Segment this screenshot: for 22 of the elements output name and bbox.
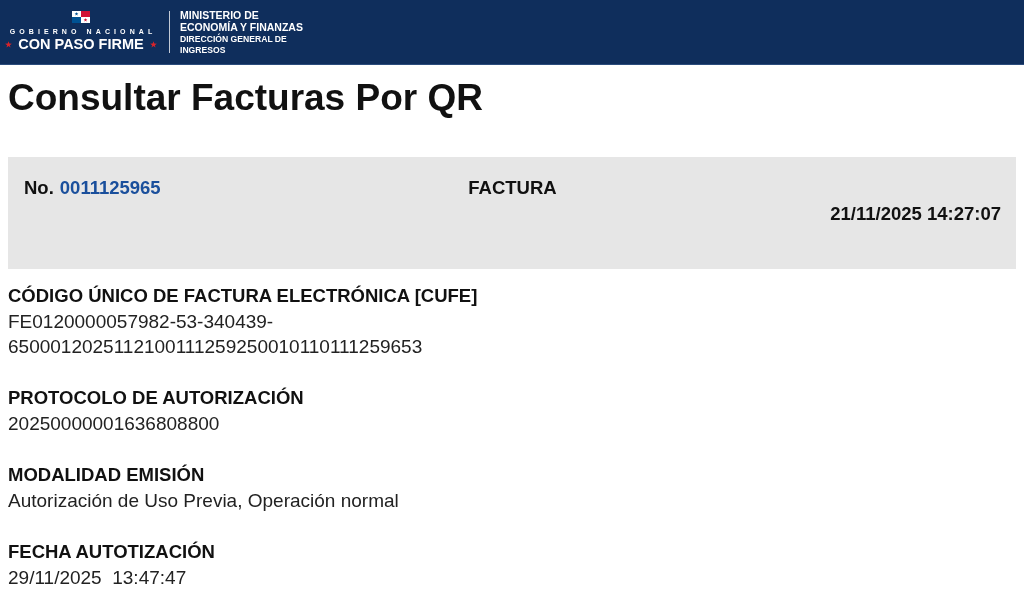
page-title: Consultar Facturas Por QR [8, 76, 483, 120]
ministry-name: MINISTERIO DE [180, 8, 260, 21]
document-type: FACTURA [468, 176, 557, 200]
field-value: Autorización de Uso Previa, Operación normal [8, 488, 399, 513]
star-icon [149, 41, 157, 48]
flag-icon [72, 11, 90, 23]
ministry-name: ECONOMÍA Y FINANZAS [180, 21, 303, 33]
star-icon [5, 41, 13, 48]
number-label: No. [24, 176, 54, 200]
field-label: FECHA AUTOTIZACIÓN [8, 539, 215, 564]
field-value: FE0120000057982-53-340439- [8, 309, 274, 334]
issue-datetime: 21/11/2025 14:27:07 [830, 202, 1001, 226]
directorate-name: INGRESOS [180, 44, 227, 56]
field-label: CÓDIGO ÚNICO DE FACTURA ELECTRÓNICA [CUFE] [8, 284, 478, 308]
invoice-number: 0011125965 [59, 176, 161, 200]
field-value: 20250000001636808800 [8, 411, 220, 436]
field-label: MODALIDAD EMISIÓN [8, 463, 205, 488]
logo-wordmark: CON PASO FIRME [18, 36, 144, 53]
field-label: PROTOCOLO DE AUTORIZACIÓN [8, 386, 304, 411]
directorate-name: DIRECCIÓN GENERAL DE [180, 33, 288, 45]
field-value: 6500012025112100111259250010110111259653 [8, 335, 423, 360]
field-value: 29/11/2025 13:47:47 [8, 565, 187, 590]
